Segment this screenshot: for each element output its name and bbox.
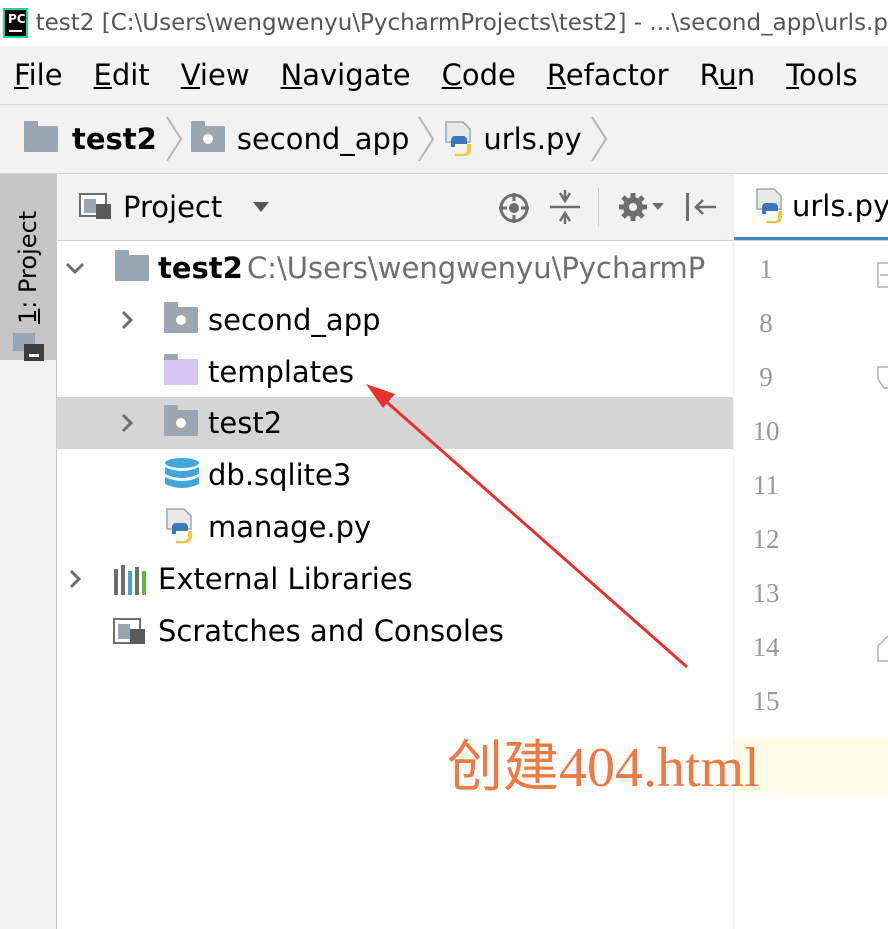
chevron-right-icon[interactable] <box>117 413 137 433</box>
line-number: 1 <box>759 254 773 284</box>
annotation-text: 创建404.html <box>447 737 760 799</box>
line-number: 9 <box>759 362 773 392</box>
line-number: 14 <box>752 632 780 662</box>
pycharm-logo-icon: PC <box>3 8 28 38</box>
folder-module-icon <box>164 405 198 436</box>
project-panel-header: Project <box>57 174 733 241</box>
tree-item-second-app[interactable]: second_app <box>57 294 733 346</box>
gear-icon[interactable] <box>618 191 666 223</box>
tree-item-templates[interactable]: templates <box>57 346 733 398</box>
breadcrumb-separator-icon <box>166 116 183 162</box>
chevron-right-icon[interactable] <box>65 569 85 589</box>
line-number: 11 <box>753 470 779 500</box>
breadcrumb-separator-icon <box>590 116 607 162</box>
chevron-right-icon[interactable] <box>117 310 137 330</box>
folder-module-icon <box>164 302 198 333</box>
database-icon <box>165 458 199 488</box>
project-path: C:\Users\wengwenyu\PycharmP <box>247 251 706 285</box>
tree-item-scratches[interactable]: Scratches and Consoles <box>57 605 733 657</box>
menu-bar: File Edit View Navigate Code Refactor Ru… <box>0 46 888 105</box>
tool-window-stripe: 1: Project <box>0 174 57 929</box>
project-view-selector[interactable]: Project <box>123 190 222 224</box>
breadcrumb-separator-icon <box>418 116 435 162</box>
locate-file-icon[interactable] <box>498 192 530 224</box>
folder-icon <box>24 121 58 152</box>
menu-file[interactable]: File <box>14 58 63 92</box>
editor-tab-bar: urls.py <box>734 174 888 241</box>
library-icon <box>114 565 146 595</box>
tree-item-test2[interactable]: test2 <box>57 397 733 449</box>
breadcrumb-item-test2[interactable]: test2 <box>24 121 157 156</box>
breadcrumb-item-second-app[interactable]: second_app <box>190 121 409 156</box>
folder-icon <box>115 250 149 281</box>
title-bar: PC test2 [C:\Users\wengwenyu\PycharmProj… <box>0 0 888 46</box>
breadcrumb-item-urls-py[interactable]: urls.py <box>443 120 582 158</box>
window-title: test2 [C:\Users\wengwenyu\PycharmProject… <box>35 10 888 36</box>
menu-tools[interactable]: Tools <box>786 58 857 92</box>
menu-navigate[interactable]: Navigate <box>281 58 411 92</box>
folder-module-icon <box>190 121 225 152</box>
python-file-icon <box>166 508 192 543</box>
line-number: 15 <box>752 686 780 716</box>
project-window-icon <box>13 333 44 361</box>
line-number: 8 <box>759 308 773 338</box>
tool-window-tab-project[interactable]: 1: Project <box>0 174 56 361</box>
line-number: 10 <box>752 416 780 446</box>
fold-marker-icon[interactable] <box>874 632 888 662</box>
tree-item-manage-py[interactable]: manage.py <box>57 501 733 553</box>
python-file-icon <box>445 121 472 156</box>
project-panel: Project test2 C:\Users\wengwenyu\Pycharm… <box>57 174 733 929</box>
menu-refactor[interactable]: Refactor <box>547 58 669 92</box>
scratches-icon <box>113 618 145 644</box>
tree-item-root-test2[interactable]: test2 C:\Users\wengwenyu\PycharmP <box>57 242 733 294</box>
project-view-icon <box>79 193 111 219</box>
python-file-icon <box>756 187 782 223</box>
dropdown-arrow-icon[interactable] <box>252 201 270 213</box>
tree-item-external-libraries[interactable]: External Libraries <box>57 553 733 605</box>
editor-gutter: 1 8 9 10 11 12 13 14 15 <box>734 240 888 929</box>
toolbar-divider <box>598 188 599 226</box>
editor-area: urls.py 1 8 9 10 11 12 13 14 15 <box>734 174 888 929</box>
folder-templates-icon <box>164 354 198 385</box>
line-number: 12 <box>752 524 780 554</box>
menu-edit[interactable]: Edit <box>94 58 150 92</box>
tab-urls-py[interactable]: urls.py <box>734 174 888 240</box>
tree-item-db-sqlite3[interactable]: db.sqlite3 <box>57 449 733 501</box>
collapse-all-icon[interactable] <box>550 190 580 224</box>
line-number: 13 <box>752 578 780 608</box>
fold-marker-icon[interactable] <box>874 262 888 288</box>
menu-view[interactable]: View <box>181 58 250 92</box>
hide-panel-icon[interactable] <box>684 192 718 222</box>
breadcrumb: test2 second_app urls.py <box>0 105 888 174</box>
menu-code[interactable]: Code <box>442 58 516 92</box>
menu-run[interactable]: Run <box>700 58 756 92</box>
chevron-down-icon[interactable] <box>65 258 85 278</box>
fold-marker-icon[interactable] <box>874 366 888 392</box>
